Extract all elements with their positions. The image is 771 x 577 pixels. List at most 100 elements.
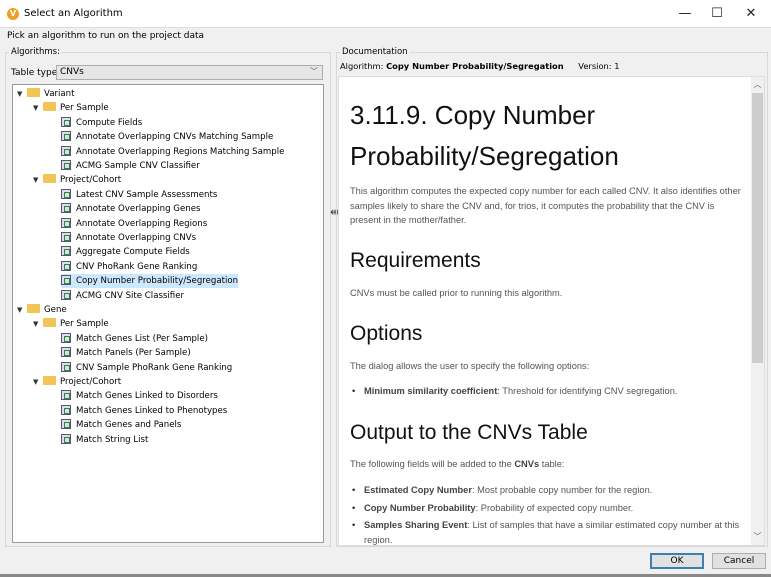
tree-item[interactable]: CNV PhoRank Gene Ranking [61,260,197,274]
tree-item-label: Variant [44,89,75,99]
tree-folder[interactable]: ▼ Per Sample [33,101,109,115]
options-text: The dialog allows the user to specify th… [350,361,590,371]
options-heading: Options [350,322,423,345]
tree-item[interactable]: ACMG Sample CNV Classifier [61,159,200,173]
algorithm-icon [61,160,71,170]
algorithm-icon [61,145,71,156]
algorithm-icon [61,246,71,257]
doc-scrollbar[interactable]: ︿ ﹀ [751,77,764,545]
tree-item[interactable]: Annotate Overlapping CNVs Matching Sampl… [61,130,273,144]
output-term: Copy Number Probability [364,503,476,513]
folder-icon [43,174,56,184]
tree-item-label: Project/Cohort [60,175,122,186]
tree-item-label: ACMG CNV Site Classifier [76,290,185,301]
app-logo-icon: V [7,8,19,20]
scroll-down-icon[interactable]: ﹀ [751,531,764,542]
algorithm-icon [61,217,71,228]
algorithm-icon [61,203,71,214]
output-heading: Output to the CNVs Table [350,421,588,444]
documentation-group-label: Documentation [340,47,410,57]
tree-item[interactable]: Match Genes and Panels [61,418,181,432]
requirements-heading: Requirements [350,249,481,272]
tree-item-label: Match String List [76,434,149,445]
expand-triangle-icon[interactable]: ▼ [33,173,43,187]
tree-folder[interactable]: ▼ Project/Cohort [33,375,121,389]
tree-folder[interactable]: ▼ Project/Cohort [33,173,121,187]
algorithm-icon [61,361,71,372]
tree-item-label: Match Genes Linked to Disorders [76,391,218,402]
folder-icon [43,318,56,328]
folder-icon [27,88,40,97]
expand-triangle-icon[interactable]: ▼ [33,317,43,331]
window-title: Select an Algorithm [24,8,123,19]
doc-title-line2: Probability/Segregation [350,141,619,171]
output-item: Samples Sharing Event: List of samples t… [352,518,744,545]
output-item: Copy Number Probability: Probability of … [352,501,744,516]
tree-item[interactable]: Aggregate Compute Fields [61,245,190,259]
algorithms-group-label: Algorithms: [9,47,62,57]
tree-item[interactable]: Annotate Overlapping Regions [61,217,207,231]
algorithm-icon [61,188,71,199]
tree-item[interactable]: Annotate Overlapping CNVs [61,231,196,245]
expand-triangle-icon[interactable]: ▼ [17,303,27,317]
output-text-table: CNVs [514,459,540,469]
table-type-select[interactable]: CNVs ﹀ [56,65,323,80]
tree-item-label: Gene [44,305,67,315]
algorithm-tree[interactable]: ▼ Variant ▼ Per Sample Compute Fields Annotat… [12,84,324,543]
requirements-text: CNVs must be called prior to running thi… [350,288,563,298]
expand-triangle-icon[interactable]: ▼ [33,101,43,115]
tree-item-label: CNV PhoRank Gene Ranking [76,261,198,272]
tree-item[interactable]: Match Genes Linked to Disorders [61,389,218,403]
output-term: Estimated Copy Number [364,485,472,495]
scrollbar-thumb[interactable] [752,93,763,363]
tree-item-label: Match Genes Linked to Phenotypes [76,405,228,416]
output-text-post: table: [539,459,565,469]
documentation-view[interactable]: 3.11.9. Copy Number Probability/Segregat… [338,76,765,546]
maximize-button[interactable]: ☐ [702,4,732,24]
tree-item[interactable]: Latest CNV Sample Assessments [61,188,217,202]
tree-item-label: Match Genes List (Per Sample) [76,333,208,344]
folder-icon [43,376,56,385]
scroll-up-icon[interactable]: ︿ [751,79,764,90]
close-button[interactable]: ✕ [736,4,766,24]
folder-icon [27,304,40,313]
output-item: Estimated Copy Number: Most probable cop… [352,483,744,498]
output-text: The following fields will be added to th… [350,457,745,472]
minimize-button[interactable]: — [670,4,700,24]
tree-item[interactable]: Match Genes List (Per Sample) [61,332,208,346]
tree-item-label: Match Genes and Panels [76,420,182,431]
output-text-pre: The following fields will be added to th… [350,459,515,469]
algorithm-info: Algorithm: Copy Number Probability/Segre… [340,61,620,71]
algorithm-icon [61,260,71,271]
version-label: Version: [578,61,612,71]
tree-item-label: Copy Number Probability/Segregation [76,276,239,287]
tree-item[interactable]: Annotate Overlapping Genes [61,202,200,216]
expand-triangle-icon[interactable]: ▼ [17,87,27,101]
doc-title-line1: 3.11.9. Copy Number [350,100,596,130]
ok-button[interactable]: OK [650,553,704,569]
expand-triangle-icon[interactable]: ▼ [33,375,43,389]
tree-folder[interactable]: ▼ Per Sample [33,317,109,331]
algorithm-icon [61,232,71,242]
algorithm-icon [61,419,71,430]
output-desc: : Most probable copy number for the regi… [471,485,653,495]
tree-item[interactable]: Copy Number Probability/Segregation [61,274,239,289]
tree-item[interactable]: CNV Sample PhoRank Gene Ranking [61,361,232,375]
algorithm-icon [61,404,71,415]
version-value: 1 [614,61,620,71]
tree-item[interactable]: Compute Fields [61,116,142,130]
tree-item[interactable]: Match Genes Linked to Phenotypes [61,404,227,418]
tree-item-label: ACMG Sample CNV Classifier [76,161,200,171]
tree-item[interactable]: ACMG CNV Site Classifier [61,289,184,303]
tree-item-label: Annotate Overlapping Regions [76,218,208,229]
tree-folder[interactable]: ▼ Variant [17,87,74,101]
cancel-button[interactable]: Cancel [712,553,766,569]
tree-item[interactable]: Match Panels (Per Sample) [61,346,191,360]
tree-item-label: Compute Fields [76,117,143,128]
algorithm-icon [61,289,71,300]
tree-item[interactable]: Annotate Overlapping Regions Matching Sa… [61,145,284,159]
tree-folder[interactable]: ▼ Gene [17,303,67,317]
tree-item[interactable]: Match String List [61,433,148,447]
chevron-down-icon: ﹀ [310,67,318,76]
tree-item-label: Per Sample [60,103,109,114]
